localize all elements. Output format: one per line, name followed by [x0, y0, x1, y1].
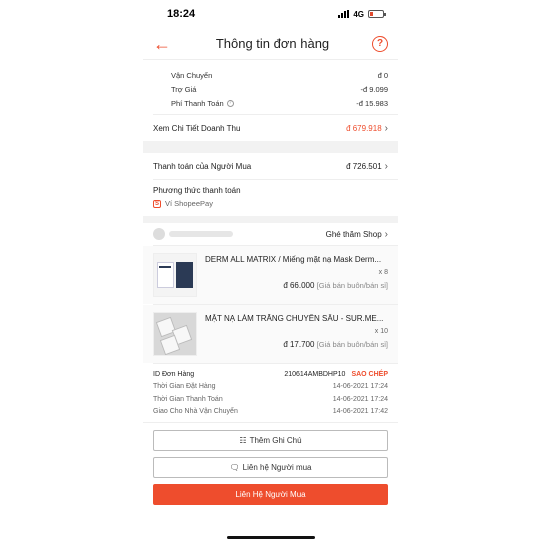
chevron-right-icon: ›: [384, 160, 388, 172]
info-icon[interactable]: ?: [226, 99, 234, 107]
help-icon[interactable]: ?: [372, 35, 388, 52]
battery-icon: [368, 10, 386, 18]
chat-buyer-button[interactable]: 🗨︎ Liên hệ Người mua: [153, 457, 388, 478]
product-thumbnail: [153, 253, 197, 297]
payment-method-section: Phương thức thanh toán S Ví ShopeePay: [143, 180, 398, 216]
back-arrow-icon[interactable]: ←: [153, 35, 173, 53]
fee-list: Vận Chuyển đ 0 Trợ Giá -đ 9.099 Phí Than…: [143, 68, 398, 110]
signal-icon: [338, 10, 350, 18]
chevron-right-icon: ›: [384, 122, 388, 134]
product-qty: x 10: [374, 328, 388, 335]
status-indicators: 4G: [338, 9, 386, 19]
order-content: Vận Chuyển đ 0 Trợ Giá -đ 9.099 Phí Than…: [143, 60, 398, 505]
buyer-payment-label: Thanh toán của Người Mua: [153, 161, 252, 171]
fee-value: -đ 9.099: [360, 84, 388, 94]
order-id-label: ID Đơn Hàng: [153, 370, 195, 378]
chat-buyer-label: Liên hệ Người mua: [242, 463, 312, 472]
fee-label: Trợ Giá: [171, 84, 197, 94]
product-name: MẶT NẠ LÀM TRẮNG CHUYÊN SÂU - SUR.ME...: [205, 314, 384, 323]
fee-label: Vận Chuyển: [171, 70, 213, 80]
fee-value: -đ 15.983: [356, 98, 388, 108]
product-price-note: [Giá bán buôn/bán sỉ]: [316, 340, 388, 349]
payment-time-label: Thời Gian Thanh Toán: [153, 395, 223, 403]
fee-value: đ 0: [377, 70, 388, 80]
section-gap: [143, 141, 398, 153]
buyer-payment-value: đ 726.501: [346, 161, 382, 171]
shopeepay-icon: S: [153, 199, 161, 208]
visit-shop-link[interactable]: Ghé thăm Shop ›: [326, 229, 388, 240]
home-indicator: [227, 536, 315, 539]
network-label: 4G: [353, 9, 364, 19]
product-item[interactable]: MẶT NẠ LÀM TRẮNG CHUYÊN SÂU - SUR.ME... …: [143, 305, 398, 363]
product-price: đ 17.700: [283, 340, 315, 349]
product-item[interactable]: DERM ALL MATRIX / Miếng mặt nạ Mask Derm…: [143, 246, 398, 304]
product-price-note: [Giá bán buôn/bán sỉ]: [316, 281, 388, 290]
handover-time-value: 14-06-2021 17:42: [332, 408, 388, 416]
order-id-value: 210614AMBDHP10: [284, 370, 346, 378]
payment-time-value: 14-06-2021 17:24: [332, 395, 388, 403]
buyer-payment-row[interactable]: Thanh toán của Người Mua đ 726.501 ›: [143, 153, 398, 179]
handover-time-row: Giao Cho Nhà Vận Chuyển 14-06-2021 17:42: [153, 406, 388, 419]
revenue-value-wrap: đ 679.918 ›: [346, 123, 388, 134]
product-qty: x 8: [378, 269, 388, 276]
add-note-label: Thêm Ghi Chú: [249, 436, 302, 445]
order-info-section: ID Đơn Hàng 210614AMBDHP10 SAO CHÉP Thời…: [143, 364, 398, 422]
fee-row-subsidy: Trợ Giá -đ 9.099: [143, 82, 398, 96]
copy-button[interactable]: SAO CHÉP: [351, 371, 388, 378]
product-price-line: đ 66.000 [Giá bán buôn/bán sỉ]: [205, 281, 388, 290]
payment-method-label: Ví ShopeePay: [165, 199, 213, 208]
order-id-row: ID Đơn Hàng 210614AMBDHP10 SAO CHÉP: [153, 368, 388, 381]
status-time: 18:24: [167, 8, 196, 20]
shop-header: Ghé thăm Shop ›: [143, 223, 398, 245]
order-time-row: Thời Gian Đặt Hàng 14-06-2021 17:24: [153, 381, 388, 394]
shop-name: [153, 228, 233, 240]
product-info: DERM ALL MATRIX / Miếng mặt nạ Mask Derm…: [205, 253, 388, 297]
revenue-label: Xem Chi Tiết Doanh Thu: [153, 123, 241, 133]
visit-shop-label: Ghé thăm Shop: [325, 229, 382, 239]
contact-buyer-label: Liên Hệ Người Mua: [235, 490, 306, 499]
handover-time-label: Giao Cho Nhà Vận Chuyển: [153, 408, 238, 416]
fee-row-payment-fee: Phí Thanh Toán ? -đ 15.983: [143, 96, 398, 110]
fee-label-wrap: Phí Thanh Toán ?: [171, 99, 234, 108]
section-gap: [143, 216, 398, 223]
contact-buyer-button[interactable]: Liên Hệ Người Mua: [153, 484, 388, 505]
note-icon: ☷: [239, 436, 247, 445]
payment-time-row: Thời Gian Thanh Toán 14-06-2021 17:24: [153, 393, 388, 406]
order-id-value-wrap: 210614AMBDHP10 SAO CHÉP: [284, 371, 388, 378]
phone-screen: 18:24 4G ← Thông tin đơn hàng ? Vận Chuy…: [143, 0, 398, 543]
revenue-value: đ 679.918: [346, 123, 382, 133]
order-time-label: Thời Gian Đặt Hàng: [153, 383, 216, 391]
shop-avatar: [153, 228, 165, 240]
status-bar: 18:24 4G: [143, 0, 398, 28]
order-time-value: 14-06-2021 17:24: [332, 383, 388, 391]
product-price: đ 66.000: [283, 281, 315, 290]
product-price-line: đ 17.700 [Giá bán buôn/bán sỉ]: [205, 340, 388, 349]
revenue-detail-row[interactable]: Xem Chi Tiết Doanh Thu đ 679.918 ›: [143, 115, 398, 141]
chevron-right-icon: ›: [384, 228, 388, 240]
product-thumbnail: [153, 312, 197, 356]
payment-method-title: Phương thức thanh toán: [153, 186, 241, 195]
cutoff-row: [143, 60, 398, 68]
fee-row-shipping: Vận Chuyển đ 0: [143, 68, 398, 82]
page-title: Thông tin đơn hàng: [215, 36, 330, 51]
chat-icon: 🗨︎: [229, 463, 240, 472]
nav-bar: ← Thông tin đơn hàng ?: [143, 28, 398, 60]
buyer-payment-value-wrap: đ 726.501 ›: [346, 161, 388, 172]
product-info: MẶT NẠ LÀM TRẮNG CHUYÊN SÂU - SUR.ME... …: [205, 312, 388, 356]
product-name: DERM ALL MATRIX / Miếng mặt nạ Mask Derm…: [205, 255, 382, 264]
shop-name-redacted: [169, 231, 233, 237]
add-note-button[interactable]: ☷ Thêm Ghi Chú: [153, 430, 388, 451]
payment-method-item: S Ví ShopeePay: [153, 199, 388, 208]
fee-label: Phí Thanh Toán: [171, 98, 224, 108]
